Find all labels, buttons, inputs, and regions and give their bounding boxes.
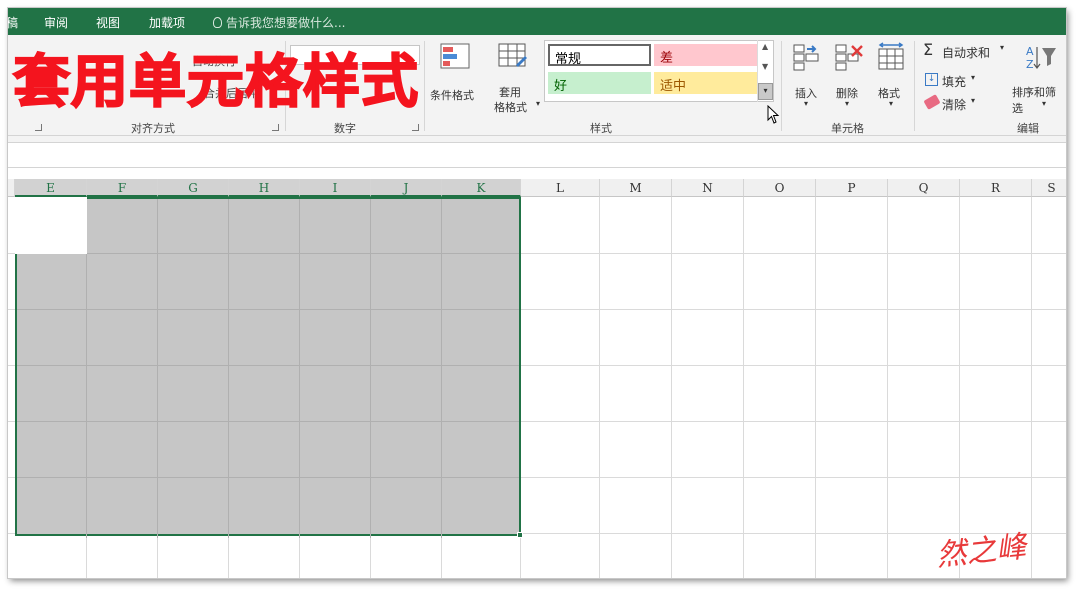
chevron-down-icon: ▾ [889,99,894,108]
selection-row-line [17,253,519,254]
menu-bar: 稿 审阅 视图 加载项 告诉我您想要做什么... [8,8,1066,35]
selection-column-line [441,199,442,538]
cell-styles-gallery: 常规 差 好 适中 [544,40,774,102]
signature-watermark: 然之峰 [934,529,1028,574]
conditional-format-icon[interactable] [440,43,470,69]
column-header-p[interactable]: P [816,179,888,197]
grid-column-line [959,197,960,578]
styles-group-label: 样式 [590,122,612,135]
selection-column-line [370,199,371,538]
selection-row-line [17,365,519,366]
chevron-down-icon: ▾ [845,99,850,108]
column-header-n[interactable]: N [672,179,744,197]
clear-button[interactable]: 清除 [942,96,966,113]
format-as-table-line1[interactable]: 套用 [499,84,521,100]
chevron-down-icon: ▾ [1000,43,1005,52]
tab-view[interactable]: 视图 [96,14,120,31]
format-cells-icon[interactable] [876,42,906,72]
sort-filter-button[interactable]: 排序和筛选 [1012,84,1066,116]
column-header-q[interactable]: Q [888,179,960,197]
selection-column-line [299,199,300,538]
alignment-group-label: 对齐方式 [131,122,175,135]
sort-filter-icon[interactable]: AZ [1024,43,1058,71]
column-header-m[interactable]: M [600,179,672,197]
scroll-down-icon[interactable]: ▼ [762,62,768,71]
group-separator [781,41,782,131]
selection-row-line [17,477,519,478]
cells-group-label: 单元格 [831,122,864,135]
column-header-i[interactable]: I [300,179,371,197]
insert-cells-icon[interactable] [792,43,820,71]
conditional-format-button[interactable]: 条件格式 [430,87,474,103]
selection-row-line [17,421,519,422]
cell-style-neutral[interactable]: 适中 [654,72,757,94]
delete-cells-icon[interactable] [834,43,864,71]
grid-column-line [599,197,600,578]
column-header-f[interactable]: F [87,179,158,197]
active-cell[interactable] [15,197,87,254]
column-header-o[interactable]: O [744,179,816,197]
column-header-k[interactable]: K [442,179,521,197]
sigma-icon[interactable]: Σ [923,40,933,59]
group-separator [424,41,425,131]
row-header-corner[interactable] [8,179,15,197]
grid-column-line [1031,197,1032,578]
gallery-more-button[interactable]: ▾ [758,83,773,100]
grid-column-line [887,197,888,578]
svg-text:Z: Z [1026,58,1034,71]
alignment-launcher-icon[interactable] [272,124,279,131]
fill-handle[interactable] [517,532,523,538]
cell-style-normal[interactable]: 常规 [548,44,651,67]
tell-me-box[interactable]: 告诉我您想要做什么... [213,14,345,31]
column-header-e[interactable]: E [15,179,87,197]
formula-bar[interactable] [8,142,1066,168]
selection-row-line [17,309,519,310]
chevron-down-icon: ▾ [971,73,976,82]
svg-text:A: A [1026,45,1034,58]
autosum-button[interactable]: 自动求和 [942,44,990,61]
overlay-title: 套用单元格样式 [12,48,419,116]
fill-down-icon[interactable]: ↓ [925,73,938,86]
lightbulb-icon [213,17,222,28]
format-as-table-icon[interactable] [498,43,528,69]
number-launcher-icon[interactable] [412,124,419,131]
tab-review[interactable]: 审阅 [44,14,68,31]
grid-column-line [743,197,744,578]
excel-window: 稿 审阅 视图 加载项 告诉我您想要做什么... 自动换行 合并后居中 对齐方式… [8,8,1066,578]
tab-partial[interactable]: 稿 [8,14,18,31]
column-header-s[interactable]: S [1032,179,1066,197]
grid-column-line [815,197,816,578]
column-header-l[interactable]: L [521,179,600,197]
selection-column-line [228,199,229,538]
column-header-r[interactable]: R [960,179,1032,197]
fill-button[interactable]: 填充 [942,73,966,90]
format-as-table-line2[interactable]: 格格式 [494,99,527,115]
editing-group-label: 编辑 [1017,122,1039,135]
mouse-cursor-icon [767,104,781,125]
eraser-icon[interactable] [923,94,941,110]
font-launcher-icon[interactable] [35,124,42,131]
group-separator [914,41,915,131]
column-header-h[interactable]: H [229,179,300,197]
cell-style-bad[interactable]: 差 [654,44,757,66]
tell-me-text: 告诉我您想要做什么... [226,16,346,30]
selected-range[interactable] [15,197,521,538]
chevron-down-icon: ▾ [536,99,541,108]
column-header-j[interactable]: J [371,179,442,197]
cell-style-good[interactable]: 好 [548,72,651,94]
column-header-g[interactable]: G [158,179,229,197]
tab-addins[interactable]: 加载项 [149,14,185,31]
worksheet-grid[interactable] [8,197,1066,578]
grid-column-line [671,197,672,578]
chevron-down-icon: ▾ [971,96,976,105]
chevron-down-icon: ▾ [1042,99,1047,108]
scroll-up-icon[interactable]: ▲ [762,42,768,51]
selection-column-line [157,199,158,538]
number-group-label: 数字 [334,122,356,135]
chevron-down-icon: ▾ [804,99,809,108]
